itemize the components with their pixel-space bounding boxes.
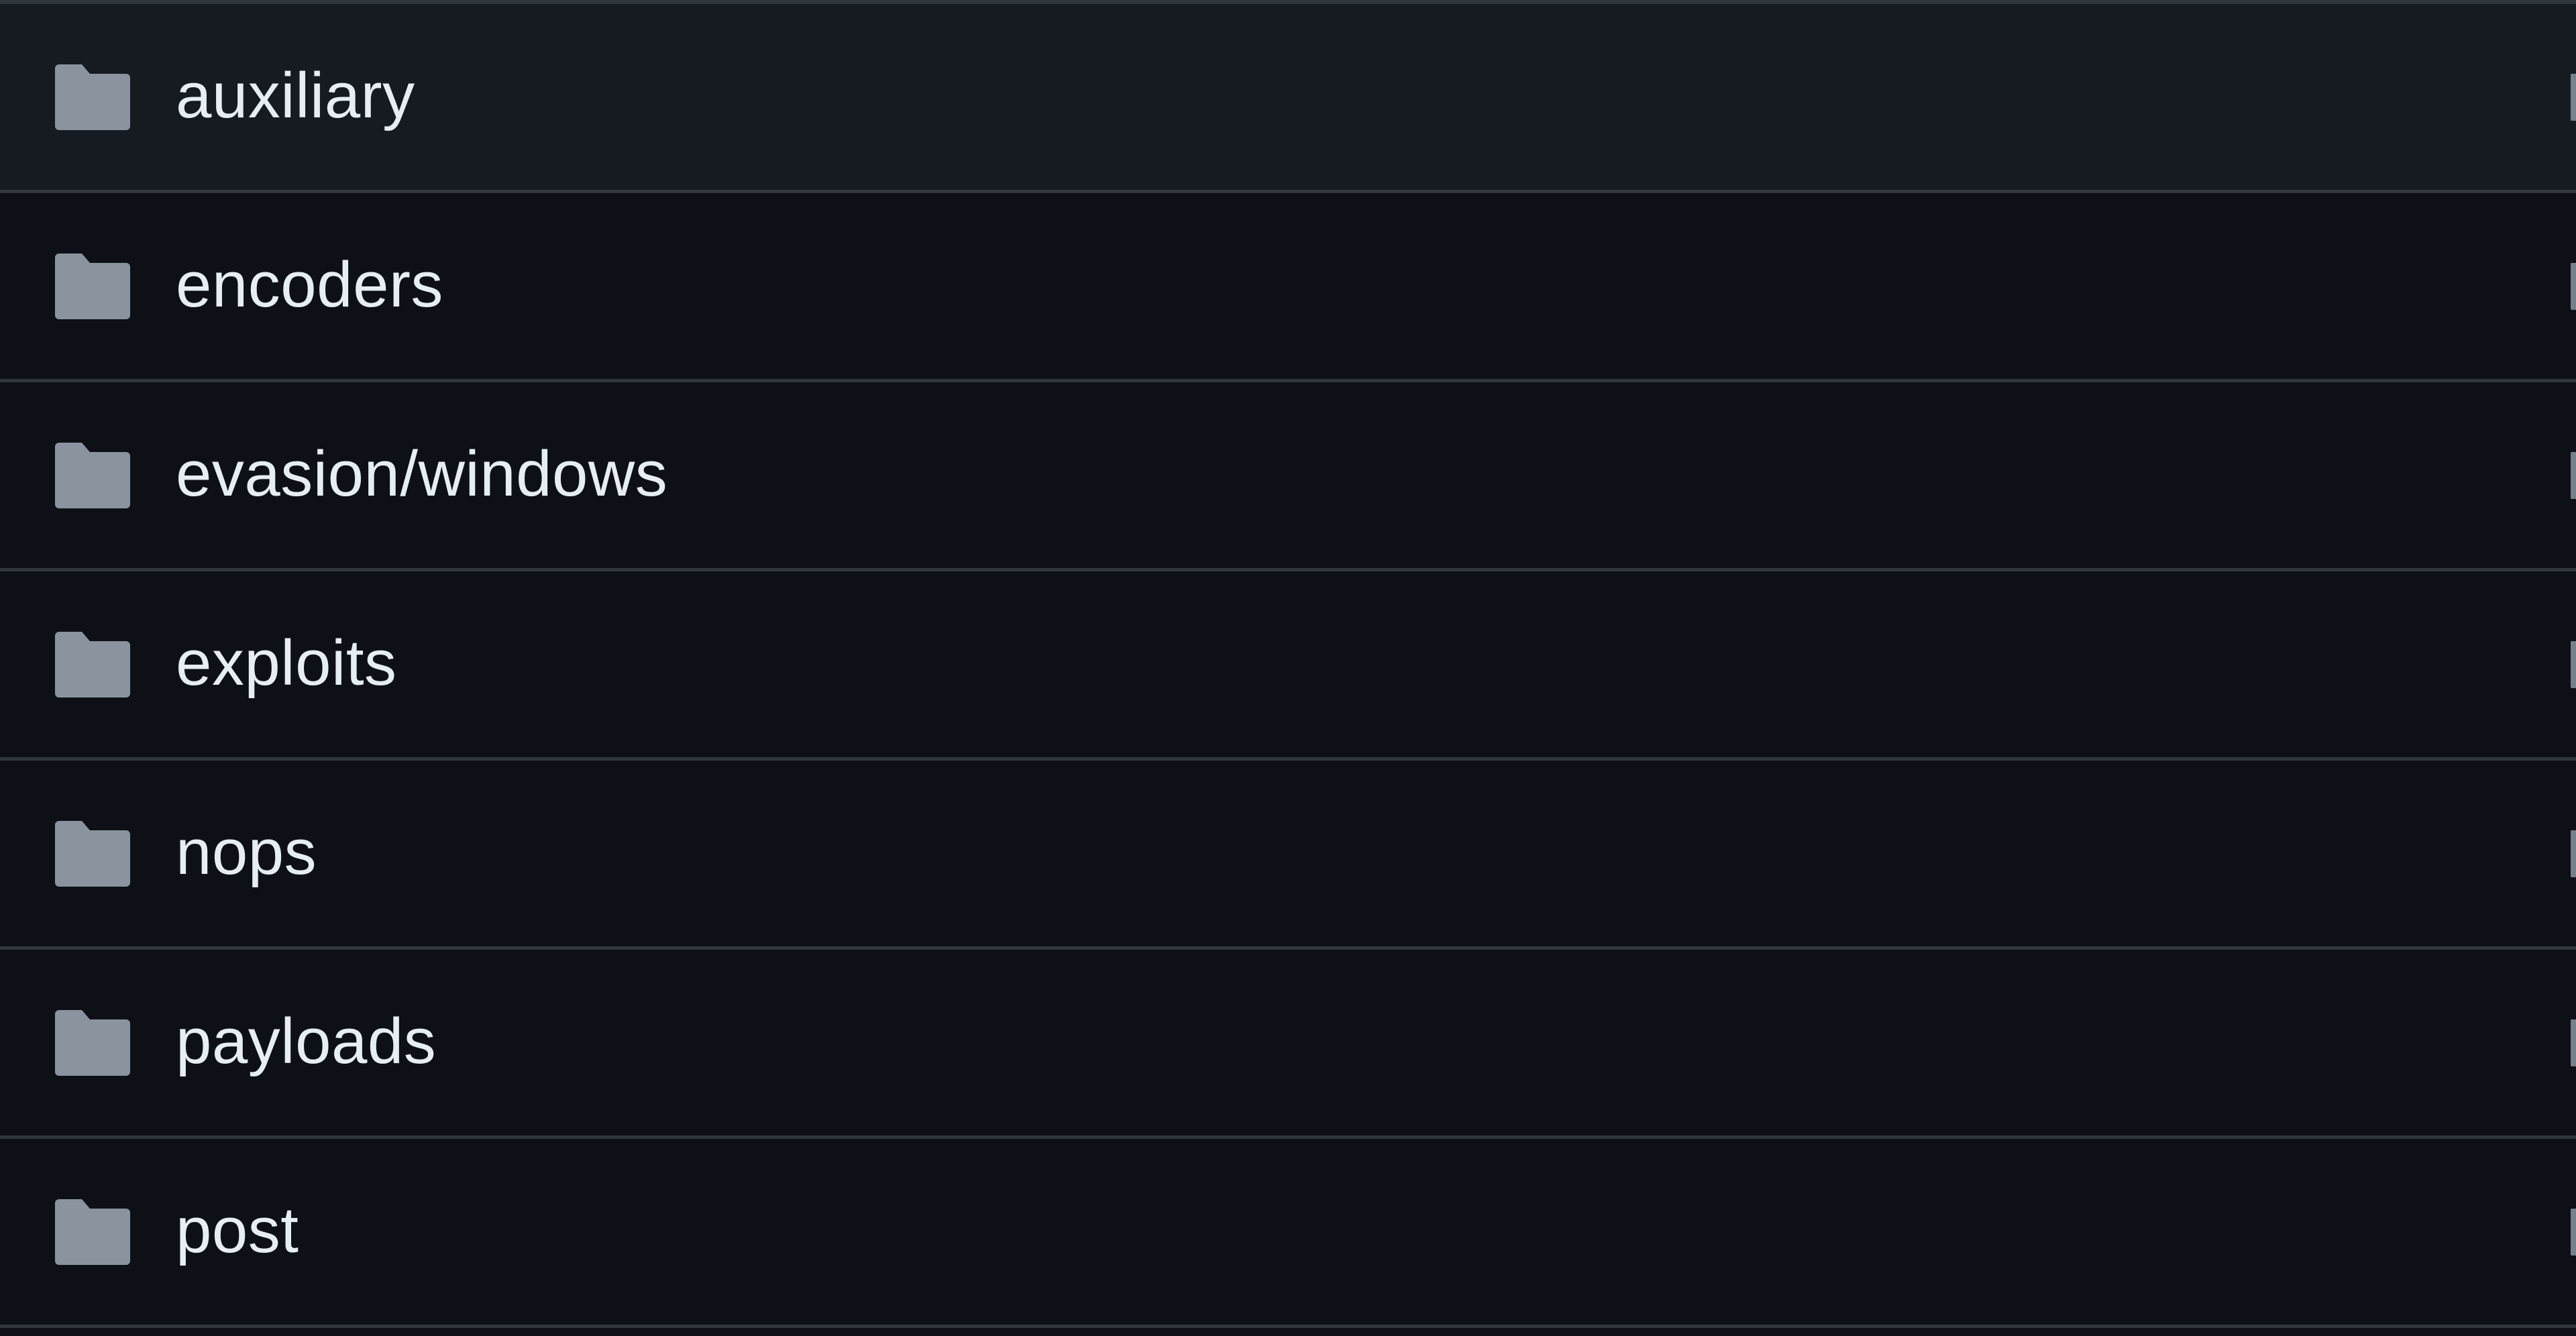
folder-icon: [55, 820, 130, 887]
folder-icon: [55, 1199, 130, 1265]
file-row-auxiliary[interactable]: auxiliary: [0, 4, 2576, 193]
file-row-exploits[interactable]: exploits: [0, 571, 2576, 761]
truncated-column-edge: [2571, 1208, 2576, 1256]
folder-icon: [55, 64, 130, 130]
truncated-column-edge: [2571, 451, 2576, 499]
file-row-evasion-windows[interactable]: evasion/windows: [0, 382, 2576, 571]
truncated-column-edge: [2571, 1019, 2576, 1066]
file-row-name[interactable]: encoders: [176, 247, 443, 321]
folder-icon: [55, 631, 130, 698]
file-row-name[interactable]: exploits: [176, 626, 397, 700]
file-row-nops[interactable]: nops: [0, 761, 2576, 950]
file-list: auxiliary encoders evasion/windows explo…: [0, 0, 2576, 1336]
file-row-name[interactable]: post: [176, 1193, 299, 1267]
truncated-column-edge: [2571, 73, 2576, 121]
truncated-column-edge: [2571, 830, 2576, 877]
file-row-payloads[interactable]: payloads: [0, 950, 2576, 1139]
file-row-name[interactable]: nops: [176, 815, 317, 889]
folder-icon: [55, 253, 130, 319]
file-row-name[interactable]: auxiliary: [176, 58, 415, 132]
file-row-name[interactable]: evasion/windows: [176, 437, 667, 510]
folder-icon: [55, 442, 130, 508]
file-row-encoders[interactable]: encoders: [0, 193, 2576, 382]
truncated-column-edge: [2571, 262, 2576, 310]
truncated-column-edge: [2571, 641, 2576, 688]
file-row-post[interactable]: post: [0, 1139, 2576, 1328]
folder-icon: [55, 1009, 130, 1076]
file-row-name[interactable]: payloads: [176, 1004, 436, 1078]
